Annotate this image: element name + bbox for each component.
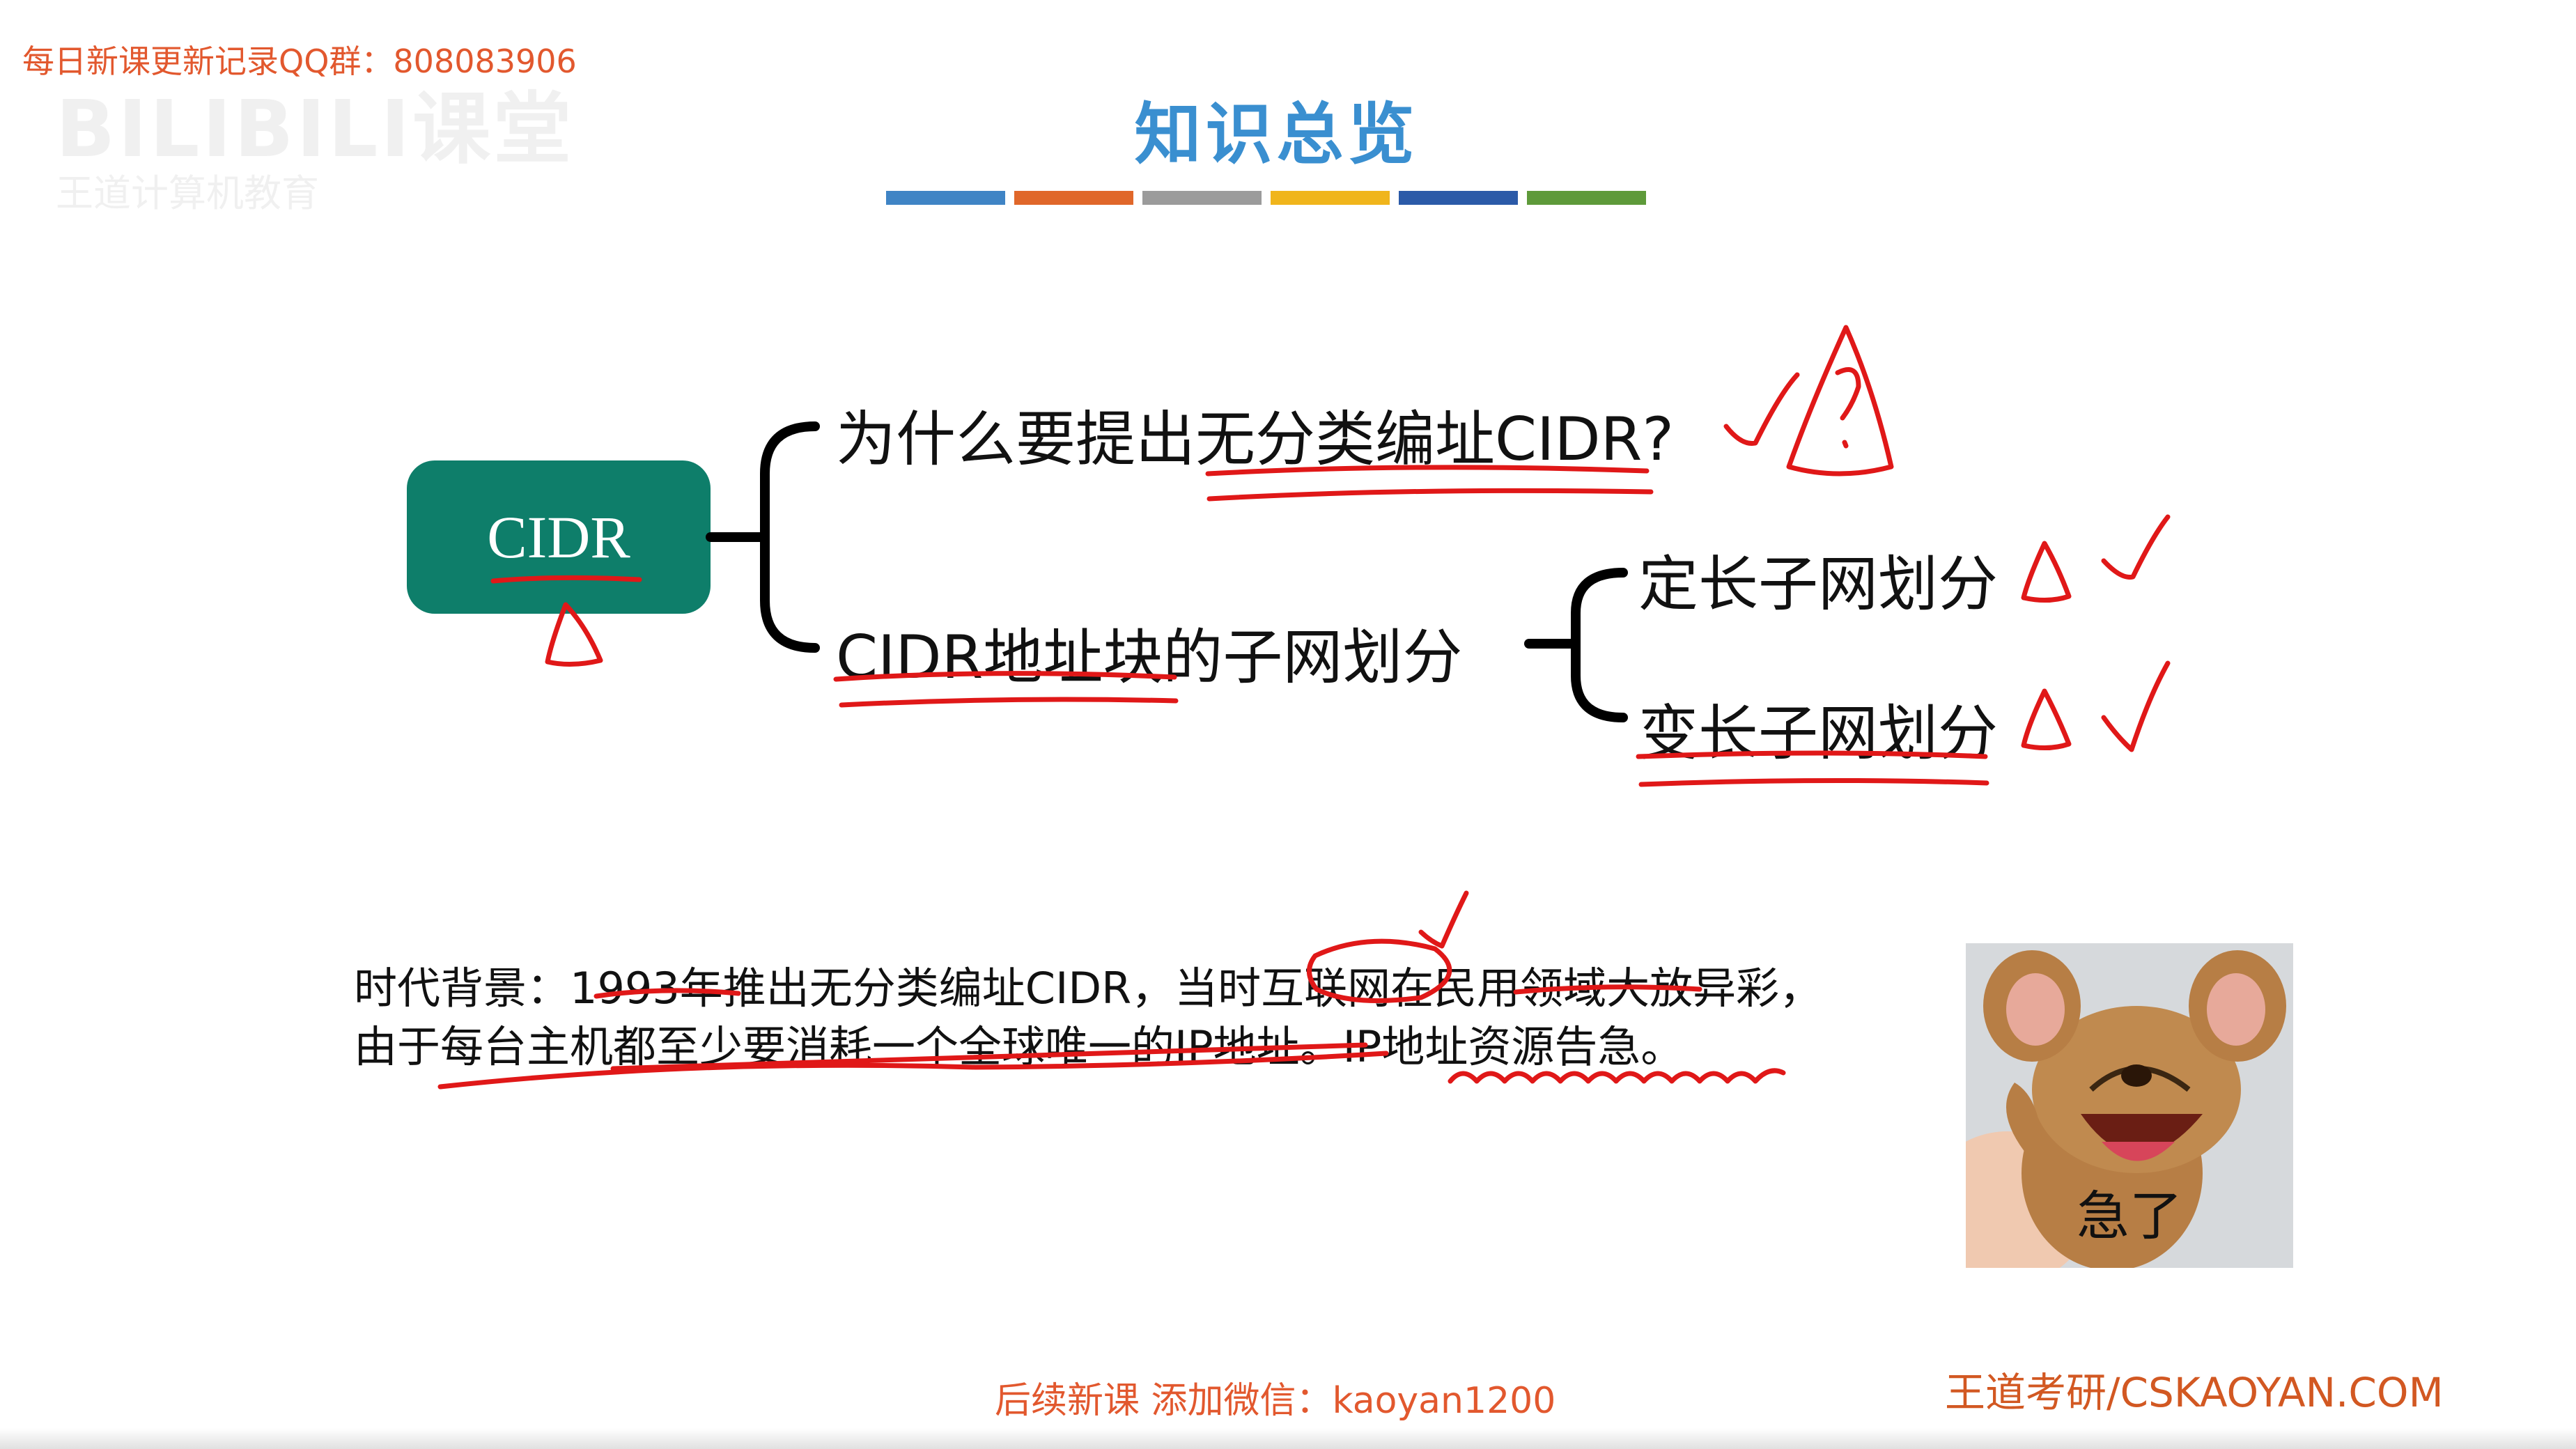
color-bar-segment: [1142, 191, 1262, 205]
color-bar-segment: [1271, 191, 1390, 205]
checkmark-fixed: [2101, 514, 2171, 580]
bottom-edge-shadow: [0, 1428, 2576, 1449]
triangle-mark-variable: [2021, 688, 2072, 751]
meme-caption: 急了: [2077, 1185, 2182, 1247]
mindmap-branch-cidr-block-subnetting: CIDR地址块的子网划分: [836, 623, 1463, 692]
checkmark-why: [1723, 372, 1800, 446]
color-bar-segment: [1527, 191, 1646, 205]
site-brand: 王道考研/CSKAOYAN.COM: [1945, 1369, 2444, 1416]
watermark-line2: 王道计算机教育: [56, 171, 319, 215]
color-bar-segment: [886, 191, 1005, 205]
slide-title: 知识总览: [1134, 95, 1419, 173]
background-text-line1: 时代背景：1993年推出无分类编址CIDR，当时互联网在民用领域大放异彩，: [354, 963, 1823, 1014]
wechat-contact-note: 后续新课 添加微信：kaoyan1200: [995, 1380, 1556, 1422]
mindmap-leaf-fixed-length-subnetting: 定长子网划分: [1638, 550, 1998, 619]
connector-bracket-left: [760, 421, 820, 653]
triangle-mark-fixed: [2021, 541, 2072, 603]
mindmap-root-cidr: CIDR: [407, 460, 711, 614]
mindmap-leaf-variable-length-subnetting: 变长子网划分: [1638, 699, 1998, 768]
underline-variable-2: [1638, 777, 1989, 787]
watermark-logo: BILIBILI课堂 王道计算机教育: [56, 66, 571, 219]
color-bar-segment: [1399, 191, 1518, 205]
underline-classless-cidr-2: [1206, 488, 1654, 502]
underline-cidr-block-2: [839, 697, 1179, 708]
checkmark-internet: [1418, 890, 1469, 949]
question-mark: [1835, 367, 1861, 449]
mindmap-root-label: CIDR: [487, 504, 630, 571]
checkmark-variable: [2101, 660, 2171, 752]
title-color-bar: [886, 191, 1646, 205]
color-bar-segment: [1014, 191, 1133, 205]
background-text-line2: 由于每台主机都至少要消耗一个全球唯一的IP地址。IP地址资源告急。: [354, 1021, 1684, 1072]
warning-triangle: [1786, 325, 1894, 476]
meme-image: 急了: [1966, 943, 2293, 1268]
connector-bracket-right: [1571, 568, 1628, 722]
mindmap-branch-why-cidr: 为什么要提出无分类编址CIDR?: [836, 405, 1675, 474]
